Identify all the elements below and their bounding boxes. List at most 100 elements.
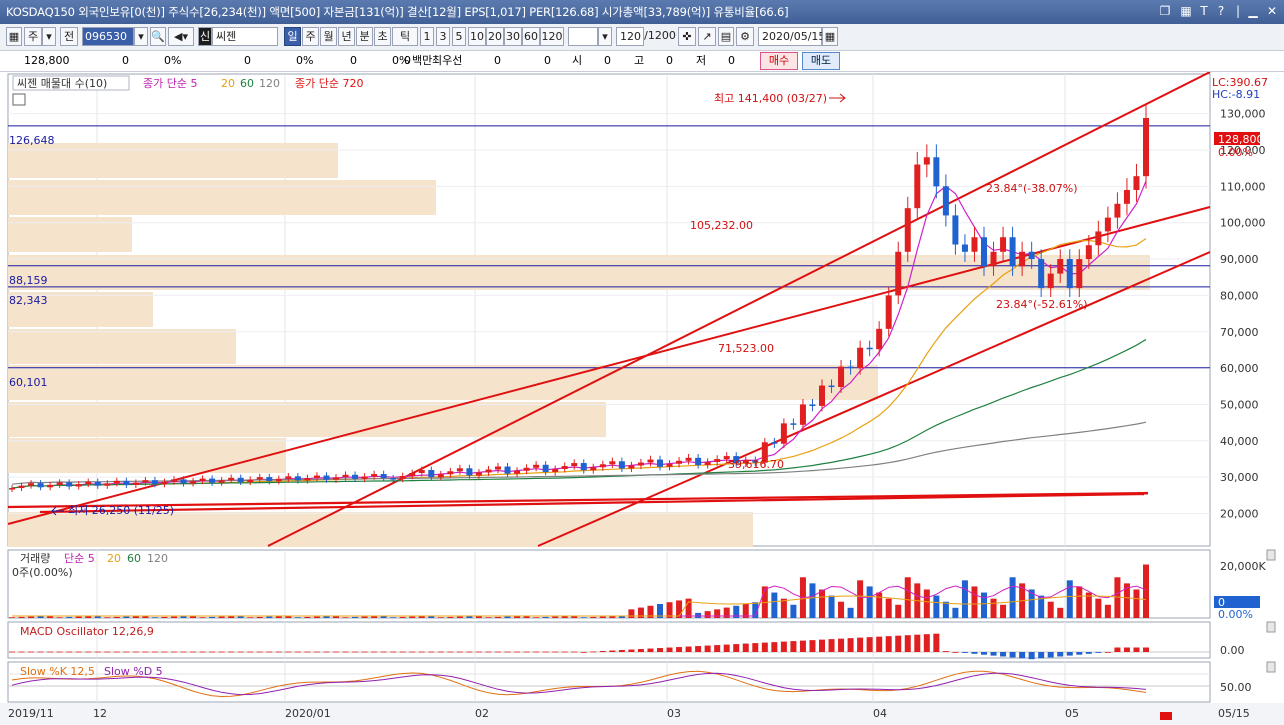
macd-legend: MACD Oscillator 12,26,9 [20, 625, 154, 638]
data-table-icon[interactable] [12, 93, 26, 106]
help-icon[interactable]: ? [1213, 3, 1229, 19]
candle-body [666, 463, 673, 467]
volume-bar [37, 616, 44, 618]
low-label: 저 [696, 54, 707, 67]
sell-button[interactable]: 매도 [802, 52, 840, 70]
trend-tool-icon[interactable]: ↗ [698, 27, 716, 46]
volume-bar [151, 617, 158, 618]
macd-bar [1038, 652, 1045, 659]
market-dropdown-icon[interactable]: ▾ [42, 27, 56, 46]
low-value: 0 [728, 54, 735, 67]
macd-bar [676, 647, 683, 652]
candle-body [47, 484, 54, 488]
macd-bar [409, 651, 416, 653]
date-input[interactable]: 2020/05/15 [758, 27, 825, 46]
interval-60-button[interactable]: 60 [522, 27, 540, 46]
candle-body [447, 471, 454, 475]
candle-body [819, 385, 825, 406]
interval-5-button[interactable]: 5 [452, 27, 466, 46]
layout-icon[interactable]: ▦ [6, 27, 22, 46]
time-axis-label: 12 [93, 707, 107, 720]
full-button[interactable]: 전 [60, 27, 78, 46]
sound-icon[interactable]: ◀▾ [168, 27, 194, 46]
interval-20-button[interactable]: 20 [486, 27, 504, 46]
macd-bar [28, 651, 35, 653]
macd-bar [18, 651, 25, 653]
period-month-button[interactable]: 월 [320, 27, 337, 46]
volume-bar [66, 616, 73, 618]
macd-bar [971, 652, 978, 654]
macd-bar [533, 651, 540, 653]
market-button[interactable]: 주 [24, 27, 42, 46]
volume-bar [256, 616, 263, 618]
candle-body [1076, 259, 1083, 289]
interval-120-button[interactable]: 120 [540, 27, 564, 46]
search-icon[interactable]: 🔍 [150, 27, 166, 46]
macd-bar [390, 651, 397, 653]
interval-10-button[interactable]: 10 [468, 27, 486, 46]
period-second-button[interactable]: 초 [374, 27, 391, 46]
macd-bar [799, 640, 806, 652]
macd-bar [352, 651, 359, 653]
panel-resize-handle[interactable] [1266, 549, 1276, 561]
macd-bar [1143, 647, 1149, 652]
chart-canvas[interactable]: 씨젠 매물대 수(10) 종가 단순 5 20 60 120 종가 단순 720… [0, 72, 1284, 725]
macd-bar [428, 651, 435, 653]
macd-bar [571, 651, 578, 653]
macd-bar [838, 638, 845, 652]
custom-interval-input[interactable] [568, 27, 598, 46]
minimize-icon[interactable]: ▁ [1245, 3, 1261, 19]
custom-interval-dropdown-icon[interactable]: ▾ [598, 27, 612, 46]
macd-bar [1057, 652, 1064, 657]
macd-bar [828, 639, 835, 652]
macd-bar [361, 651, 368, 653]
volume-legend-ma20: 20 [107, 552, 121, 565]
pin-icon[interactable]: T [1196, 3, 1212, 19]
candle-body [1057, 259, 1064, 274]
restore-icon[interactable]: ❐ [1157, 3, 1173, 19]
interval-3-button[interactable]: 3 [436, 27, 450, 46]
candle-body [866, 347, 873, 350]
zoom-icon[interactable]: ✜ [678, 27, 696, 46]
gear-icon[interactable]: ⚙ [736, 27, 754, 46]
count-input[interactable]: 120 [616, 27, 644, 46]
hline-label-88159: 88,159 [9, 274, 48, 287]
table-icon[interactable]: ▤ [718, 27, 734, 46]
candle-body [313, 475, 320, 478]
interval-1-button[interactable]: 1 [420, 27, 434, 46]
legend-title: 씨젠 매물대 수(10) [17, 77, 107, 90]
calendar-icon[interactable]: ▦ [822, 27, 838, 46]
close-icon[interactable]: ✕ [1264, 3, 1280, 19]
candle-body [428, 470, 435, 478]
candle-body [1038, 259, 1045, 289]
volume-bar [1143, 564, 1149, 618]
stock-name-field[interactable]: 씨젠 [212, 27, 278, 46]
volume-bar [771, 592, 778, 618]
period-tick-button[interactable]: 틱 [392, 27, 418, 46]
macd-resize-handle[interactable] [1266, 621, 1276, 633]
hc-label: HC:-8.91 [1212, 88, 1260, 101]
code-dropdown-icon[interactable]: ▾ [134, 27, 148, 46]
interval-30-button[interactable]: 30 [504, 27, 522, 46]
slow-resize-handle[interactable] [1266, 661, 1276, 673]
hline-label-126648: 126,648 [9, 134, 55, 147]
buy-button[interactable]: 매수 [760, 52, 798, 70]
period-minute-button[interactable]: 분 [356, 27, 373, 46]
stock-code-input[interactable]: 096530 [82, 27, 134, 46]
macd-bar [981, 652, 987, 655]
period-day-button[interactable]: 일 [284, 27, 301, 46]
volume-legend-ma120: 120 [147, 552, 168, 565]
volume-bar [18, 616, 25, 618]
macd-bar [514, 651, 521, 653]
grid-icon[interactable]: ▦ [1178, 3, 1194, 19]
volume-bar [294, 617, 301, 618]
macd-bar [313, 651, 320, 653]
toolbar: ▦ 주 ▾ 전 096530 ▾ 🔍 ◀▾ 신 씨젠 일 주 월 년 분 초 틱… [0, 24, 1284, 51]
candle-body [237, 477, 244, 482]
time-axis-label: 2019/11 [8, 707, 54, 720]
period-week-button[interactable]: 주 [302, 27, 319, 46]
macd-bar [47, 651, 54, 653]
new-badge: 신 [198, 27, 212, 46]
macd-bar [447, 651, 454, 653]
period-year-button[interactable]: 년 [338, 27, 355, 46]
